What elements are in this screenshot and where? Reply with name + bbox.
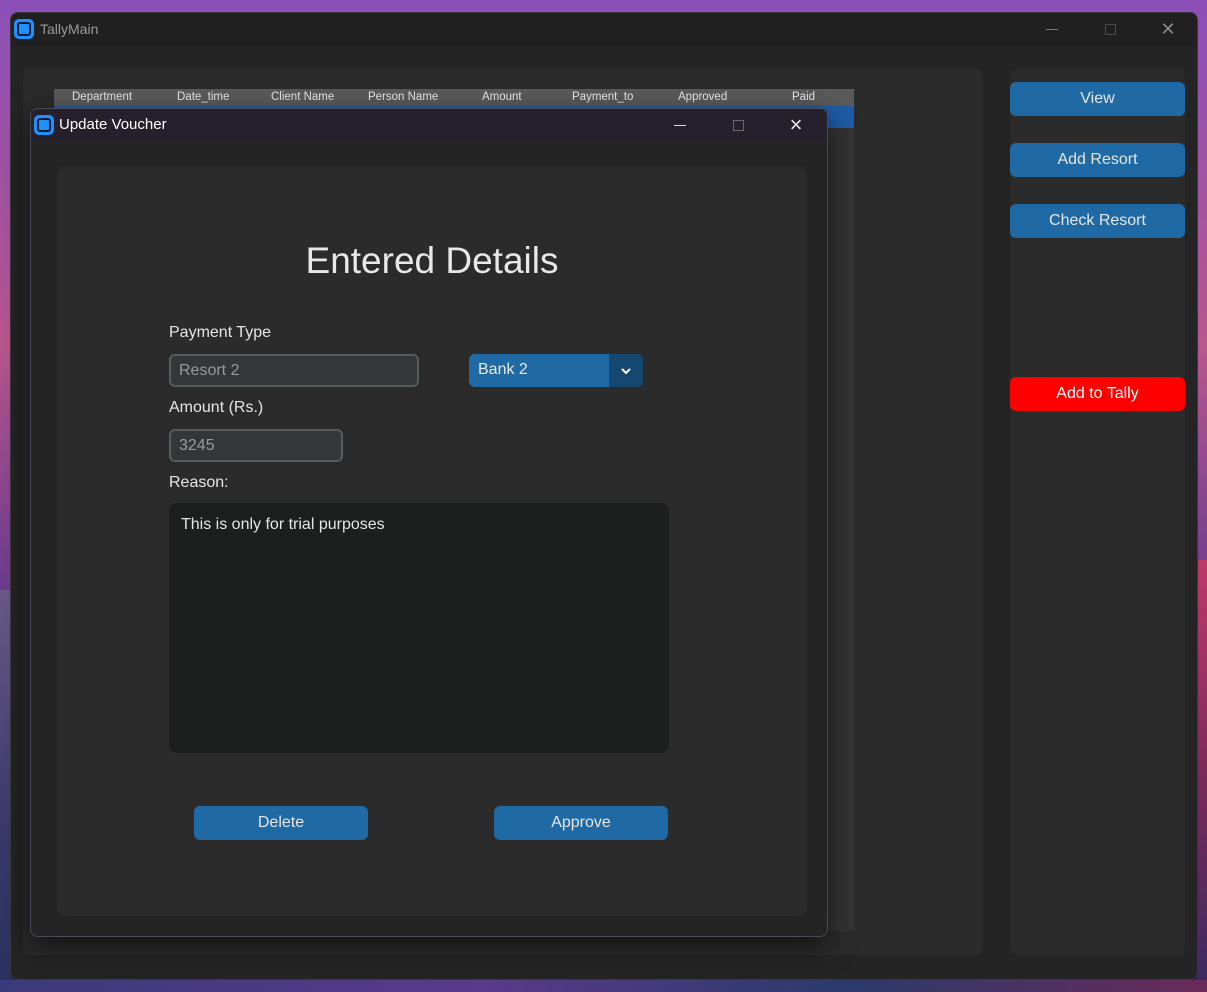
reason-textbox[interactable]: This is only for trial purposes [169, 503, 669, 753]
main-titlebar: TallyMain ✕ [11, 13, 1197, 45]
details-form: Entered Details Payment Type Bank 2 Amou… [57, 166, 807, 916]
maximize-icon [732, 119, 744, 131]
column-header-person-name[interactable]: Person Name [368, 91, 438, 103]
dialog-titlebar: Update Voucher × [31, 109, 827, 141]
close-button[interactable]: ✕ [1145, 13, 1191, 45]
page-title: Entered Details [305, 240, 559, 281]
close-icon: × [789, 112, 803, 137]
maximize-button[interactable] [1087, 13, 1133, 45]
minimize-icon [1046, 28, 1058, 30]
reason-text: This is only for trial purposes [181, 516, 385, 533]
dialog-maximize-button[interactable] [715, 109, 761, 141]
payment-type-input[interactable] [169, 354, 419, 387]
approve-button[interactable]: Approve [494, 806, 668, 840]
column-header-client-name[interactable]: Client Name [271, 91, 334, 103]
app-icon [34, 115, 54, 135]
column-header-department[interactable]: Department [72, 91, 132, 103]
view-button[interactable]: View [1010, 82, 1185, 116]
amount-input[interactable] [169, 429, 343, 462]
dialog-title: Update Voucher [59, 116, 167, 133]
table-header: Department Date_time Client Name Person … [54, 89, 854, 106]
bank-dropdown[interactable]: Bank 2 [469, 354, 643, 387]
app-icon [14, 19, 34, 39]
close-icon: ✕ [1160, 19, 1176, 39]
delete-button[interactable]: Delete [194, 806, 368, 840]
reason-label: Reason: [169, 474, 229, 491]
desktop-wallpaper-bottom [0, 980, 1207, 992]
column-header-paid[interactable]: Paid [792, 91, 815, 103]
column-header-date-time[interactable]: Date_time [177, 91, 229, 103]
minimize-button[interactable] [1029, 13, 1075, 45]
payment-type-label: Payment Type [169, 324, 271, 341]
minimize-icon [674, 124, 686, 126]
bank-dropdown-value: Bank 2 [478, 361, 528, 378]
maximize-icon [1104, 23, 1116, 35]
dialog-minimize-button[interactable] [657, 109, 703, 141]
dialog-close-button[interactable]: × [773, 109, 819, 141]
add-resort-button[interactable]: Add Resort [1010, 143, 1185, 177]
dropdown-arrow-button[interactable] [609, 354, 643, 387]
desktop-wallpaper-right [1198, 560, 1207, 992]
main-window-title: TallyMain [40, 21, 99, 37]
amount-label: Amount (Rs.) [169, 399, 264, 416]
chevron-down-icon [621, 367, 631, 374]
column-header-approved[interactable]: Approved [678, 91, 727, 103]
update-voucher-dialog: Update Voucher × Entered Details Payment… [30, 108, 828, 937]
desktop-wallpaper-left [0, 590, 10, 992]
column-header-payment-to[interactable]: Payment_to [572, 91, 633, 103]
column-header-amount[interactable]: Amount [482, 91, 522, 103]
add-to-tally-button[interactable]: Add to Tally [1010, 377, 1185, 411]
check-resort-button[interactable]: Check Resort [1010, 204, 1185, 238]
sidebar-panel: View Add Resort Check Resort Add to Tall… [1010, 69, 1185, 955]
